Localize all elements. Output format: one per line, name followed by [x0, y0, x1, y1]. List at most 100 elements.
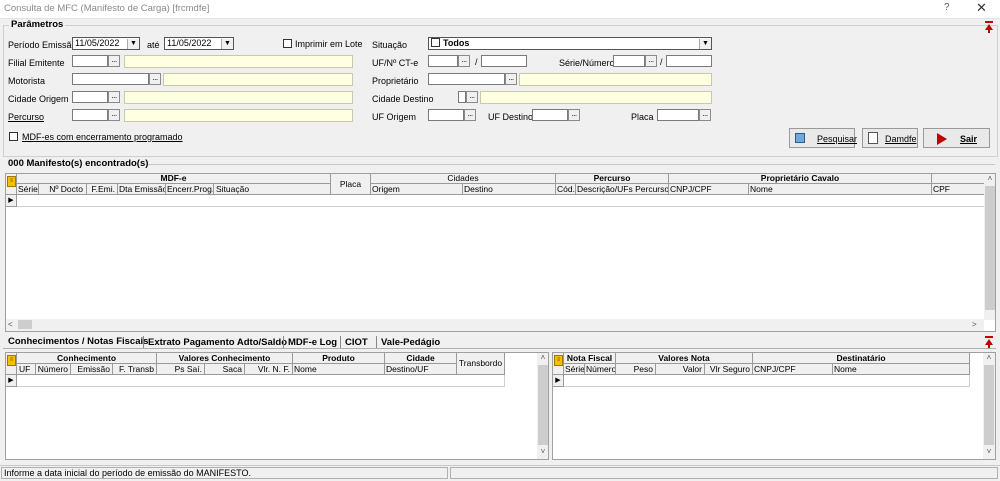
- manifestos-grid[interactable]: ≡ MDF-e Placa Cidades Percurso Proprietá…: [5, 173, 996, 332]
- scroll-thumb[interactable]: [18, 320, 32, 329]
- damdfe-button[interactable]: Damdfe: [862, 128, 918, 148]
- uf-destino-field[interactable]: [532, 109, 568, 121]
- filial-code-field[interactable]: [72, 55, 108, 67]
- table-row[interactable]: [564, 375, 970, 387]
- col-numero[interactable]: Número: [585, 364, 616, 375]
- cte-number-field[interactable]: [481, 55, 527, 67]
- data-inicial-field[interactable]: 11/05/2022 ▼: [72, 37, 140, 50]
- col-destino[interactable]: Destino: [463, 184, 556, 195]
- table-row[interactable]: [17, 375, 505, 387]
- placa-lookup-button[interactable]: ...: [699, 109, 711, 121]
- horizontal-scrollbar[interactable]: < >: [6, 319, 984, 331]
- scroll-left-icon[interactable]: <: [8, 320, 13, 329]
- col-cnpj-cpf[interactable]: CNPJ/CPF: [753, 364, 833, 375]
- chevron-down-icon[interactable]: ▼: [127, 39, 139, 49]
- vertical-scrollbar[interactable]: ˄ ˅: [983, 353, 995, 459]
- numero-field[interactable]: [666, 55, 712, 67]
- chevron-down-icon[interactable]: ▼: [699, 39, 711, 49]
- percurso-name-field[interactable]: [124, 109, 353, 122]
- col-numero[interactable]: Número: [36, 364, 71, 375]
- cidade-destino-code-field[interactable]: [458, 91, 466, 103]
- grid-menu-cell[interactable]: ≡: [6, 353, 17, 375]
- cidade-destino-lookup-button[interactable]: ...: [466, 91, 478, 103]
- sair-button[interactable]: Sair: [923, 128, 990, 148]
- yellow-grid-menu-icon[interactable]: ≡: [7, 355, 16, 366]
- scroll-up-icon[interactable]: ˄: [984, 174, 995, 184]
- col-dta-emissao[interactable]: Dta Emissão: [118, 184, 166, 195]
- mdfe-encerramento-checkbox[interactable]: [9, 132, 18, 141]
- help-button[interactable]: ?: [944, 2, 950, 13]
- imprimir-lote-checkbox[interactable]: [283, 39, 292, 48]
- col-origem[interactable]: Origem: [371, 184, 463, 195]
- tab-extrato[interactable]: Extrato Pagamento Adto/Saldo: [148, 337, 287, 348]
- row-indicator[interactable]: ▶: [6, 375, 17, 387]
- placa-field[interactable]: [657, 109, 699, 121]
- scroll-down-icon[interactable]: ˅: [537, 447, 548, 456]
- conhecimentos-grid[interactable]: ≡ Conhecimento Valores Conhecimento Prod…: [5, 352, 549, 460]
- yellow-grid-menu-icon[interactable]: ≡: [7, 176, 16, 187]
- percurso-label[interactable]: Percurso: [8, 112, 44, 122]
- filial-name-field[interactable]: [124, 55, 353, 68]
- col-uf[interactable]: UF: [17, 364, 36, 375]
- filial-lookup-button[interactable]: ...: [108, 55, 120, 67]
- col-peso[interactable]: Peso: [616, 364, 656, 375]
- motorista-lookup-button[interactable]: ...: [149, 73, 161, 85]
- notas-grid[interactable]: ≡ Nota Fiscal Valores Nota Destinatário …: [552, 352, 996, 460]
- col-nome[interactable]: Nome: [749, 184, 932, 195]
- proprietario-code-field[interactable]: [428, 73, 505, 85]
- cidade-destino-name-field[interactable]: [480, 91, 712, 104]
- col-destino-uf[interactable]: Destino/UF: [385, 364, 457, 375]
- serie-lookup-button[interactable]: ...: [645, 55, 657, 67]
- proprietario-name-field[interactable]: [519, 73, 712, 86]
- col-serie[interactable]: Série: [17, 184, 39, 195]
- cidade-origem-code-field[interactable]: [72, 91, 108, 103]
- scroll-thumb[interactable]: [985, 186, 995, 310]
- parameters-collapse-icon[interactable]: [984, 21, 994, 33]
- uf-origem-field[interactable]: [428, 109, 464, 121]
- tab-ciot[interactable]: CIOT: [345, 337, 368, 348]
- uf-destino-lookup-button[interactable]: ...: [568, 109, 580, 121]
- tab-conhecimentos[interactable]: Conhecimentos / Notas Fiscais: [8, 336, 148, 347]
- col-cod[interactable]: Cód.: [556, 184, 576, 195]
- scroll-right-icon[interactable]: >: [972, 320, 977, 329]
- motorista-code-field[interactable]: [72, 73, 149, 85]
- percurso-lookup-button[interactable]: ...: [108, 109, 120, 121]
- col-valor[interactable]: Valor: [656, 364, 705, 375]
- cidade-origem-lookup-button[interactable]: ...: [108, 91, 120, 103]
- col-vlr-nf[interactable]: Vlr. N. F.: [245, 364, 293, 375]
- vertical-scrollbar[interactable]: ˄: [984, 174, 995, 320]
- row-indicator[interactable]: ▶: [6, 195, 17, 207]
- col-n-docto[interactable]: Nº Docto: [39, 184, 87, 195]
- percurso-code-field[interactable]: [72, 109, 108, 121]
- col-ps-sai[interactable]: Ps Saí.: [157, 364, 205, 375]
- uf-field[interactable]: [428, 55, 458, 67]
- serie-field[interactable]: [613, 55, 645, 67]
- scroll-up-icon[interactable]: ˄: [537, 353, 548, 363]
- col-f-transb[interactable]: F. Transb: [113, 364, 157, 375]
- col-transbordo[interactable]: Transbordo: [457, 353, 505, 375]
- grid-menu-cell[interactable]: ≡: [553, 353, 564, 375]
- col-descricao[interactable]: Descrição/UFs Percurso: [576, 184, 669, 195]
- grid-menu-cell[interactable]: ≡: [6, 174, 17, 195]
- scroll-down-icon[interactable]: ˅: [983, 447, 995, 456]
- row-indicator[interactable]: ▶: [553, 375, 564, 387]
- scroll-thumb[interactable]: [538, 365, 548, 445]
- col-situacao[interactable]: Situação: [214, 184, 331, 195]
- uf-lookup-button[interactable]: ...: [458, 55, 470, 67]
- tab-vale-pedagio[interactable]: Vale-Pedágio: [381, 337, 440, 348]
- col-encerr-prog[interactable]: Encerr.Prog.: [166, 184, 214, 195]
- scroll-thumb[interactable]: [984, 365, 994, 445]
- col-f-emi[interactable]: F.Emi.: [87, 184, 118, 195]
- situacao-select[interactable]: Todos ▼: [428, 37, 712, 50]
- close-button[interactable]: ✕: [976, 0, 987, 16]
- col-nome[interactable]: Nome: [293, 364, 385, 375]
- col-vlr-seguro[interactable]: Vlr Seguro: [705, 364, 753, 375]
- data-final-field[interactable]: 11/05/2022 ▼: [164, 37, 234, 50]
- col-saca[interactable]: Saca: [205, 364, 245, 375]
- col-emissao[interactable]: Emissão: [71, 364, 113, 375]
- table-row[interactable]: [17, 195, 987, 207]
- uf-origem-lookup-button[interactable]: ...: [464, 109, 476, 121]
- col-cnpj-cpf[interactable]: CNPJ/CPF: [669, 184, 749, 195]
- motorista-name-field[interactable]: [163, 73, 353, 86]
- proprietario-lookup-button[interactable]: ...: [505, 73, 517, 85]
